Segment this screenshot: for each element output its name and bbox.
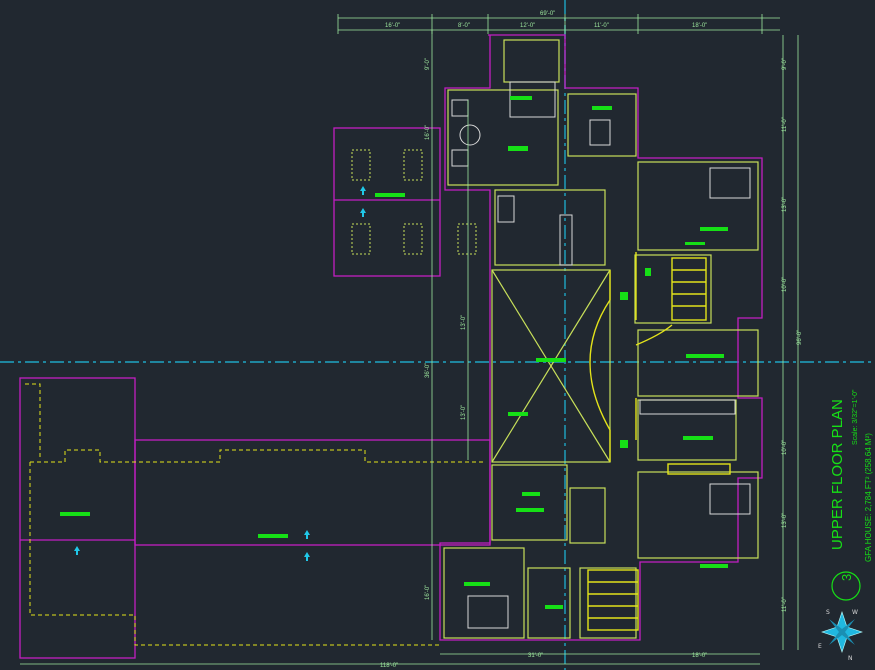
plan-title: UPPER FLOOR PLAN <box>829 399 846 550</box>
dim-right-3: 13'-0" <box>782 197 788 212</box>
plan-scale: Scale: 3/32"=1'-0" <box>852 389 859 445</box>
plan-gfa: GFA HOUSE: 2,784 FT² (258.64 M²) <box>864 433 873 562</box>
dim-bottom-1: 31'-0" <box>528 653 543 659</box>
room-labels <box>60 96 728 609</box>
dim-top-2: 8'-0" <box>458 23 470 29</box>
dimension-lines <box>20 14 799 665</box>
dim-left-2: 16'-0" <box>425 125 431 140</box>
compass-n: N <box>848 655 853 662</box>
title-block: UPPER FLOOR PLAN Scale: 3/32"=1'-0" GFA … <box>829 389 873 601</box>
dim-top-5: 18'-0" <box>692 23 707 29</box>
level-markers <box>74 186 366 561</box>
dim-top-1: 16'-0" <box>385 23 400 29</box>
axis-lines <box>0 0 875 670</box>
interior-walls <box>443 39 759 639</box>
dim-right-7: 11'-0" <box>782 597 788 612</box>
dim-top-4: 11'-0" <box>594 23 609 29</box>
floor-plan-drawing: 69'-0" 16'-0" 8'-0" 12'-0" 11'-0" 18'-0"… <box>0 0 875 670</box>
dim-left-5: 16'-0" <box>425 585 431 600</box>
dim-right-1: 9'-0" <box>782 58 788 70</box>
dim-top-overall: 69'-0" <box>540 11 555 17</box>
compass-e: E <box>818 643 822 650</box>
dim-right-6: 13'-0" <box>782 513 788 528</box>
dim-right-2: 11'-0" <box>782 117 788 132</box>
dim-bottom-overall: 118'-0" <box>380 663 398 669</box>
dim-bottom-2: 18'-0" <box>692 653 707 659</box>
dim-right-4: 10'-0" <box>782 277 788 292</box>
building-outline <box>19 34 763 659</box>
compass-w: W <box>852 609 858 616</box>
dim-left-4: 13'-0" <box>461 405 467 420</box>
stairs <box>587 252 731 631</box>
dim-left-3: 13'-0" <box>461 315 467 330</box>
dim-right-overall: 96'-0" <box>797 330 803 345</box>
plan-number: 3 <box>839 574 854 581</box>
dim-top-3: 12'-0" <box>520 23 535 29</box>
compass-s: S <box>826 609 830 616</box>
dim-right-5: 10'-0" <box>782 440 788 455</box>
roof-dashed-lines <box>25 383 485 646</box>
compass-icon: S W E N <box>818 609 863 662</box>
dim-left-1: 9'-0" <box>425 58 431 70</box>
dim-left-overall: 36'-0" <box>425 363 431 378</box>
